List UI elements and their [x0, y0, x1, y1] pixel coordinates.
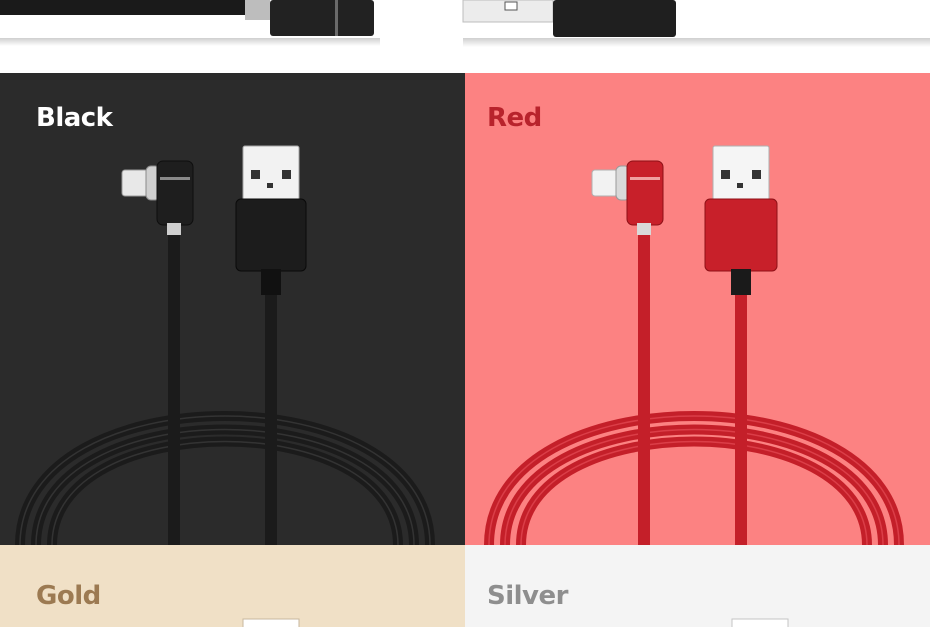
l-connector-body — [156, 160, 194, 226]
connector-housing-right — [553, 0, 676, 37]
magnetic-micro-tip — [121, 169, 149, 197]
cable-strand-magnetic — [168, 233, 180, 545]
color-option-black[interactable]: Black — [0, 73, 465, 545]
cable-strand-magnetic — [638, 233, 650, 545]
magnetic-micro-tip — [591, 169, 619, 197]
cable-strand-usb — [735, 293, 747, 545]
color-label-red: Red — [487, 103, 542, 133]
usb-a-housing — [235, 198, 307, 272]
color-label-gold: Gold — [36, 581, 101, 611]
color-label-silver: Silver — [487, 581, 568, 611]
color-option-silver[interactable]: Silver — [465, 545, 930, 627]
connector-housing-left — [270, 0, 374, 36]
reflection-right — [463, 38, 930, 47]
usb-a-housing — [704, 198, 778, 272]
color-option-gold[interactable]: Gold — [0, 545, 465, 627]
top-product-strip — [0, 0, 930, 73]
reflection-left — [0, 38, 380, 46]
cable-strand-usb — [265, 293, 277, 545]
braided-cable-left — [0, 0, 245, 15]
black-cable-illustration — [0, 73, 465, 545]
top-strip-graphic — [0, 0, 930, 47]
color-label-black: Black — [36, 103, 113, 133]
color-option-red[interactable]: Red — [465, 73, 930, 545]
l-connector-body — [626, 160, 664, 226]
red-cable-illustration — [465, 73, 930, 545]
metal-collar-left — [245, 0, 270, 20]
